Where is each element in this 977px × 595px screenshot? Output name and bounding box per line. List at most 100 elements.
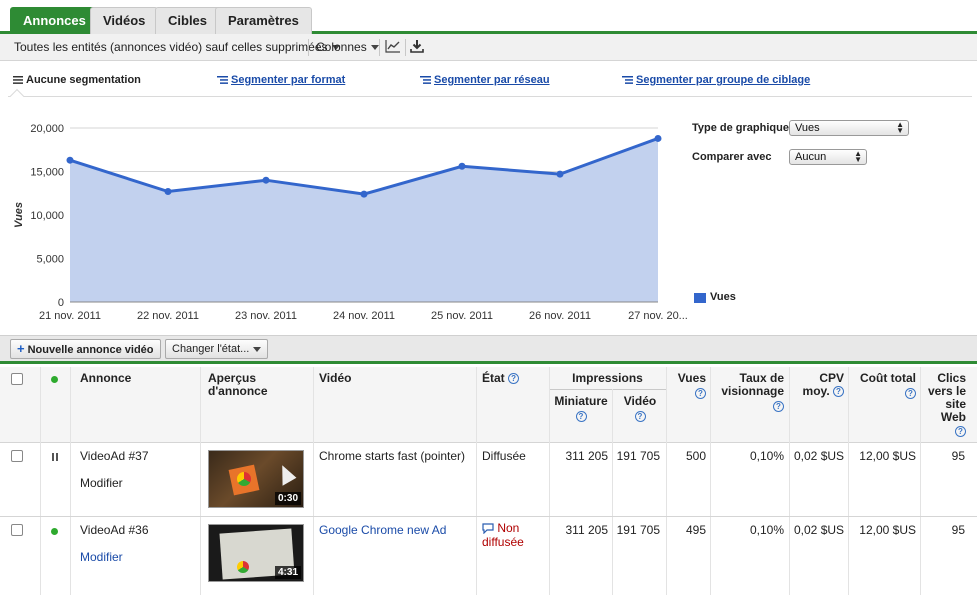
col-vues-label: Vues — [677, 371, 706, 385]
help-icon[interactable]: ? — [833, 386, 844, 398]
chrome-logo-icon — [237, 472, 251, 486]
list-icon — [217, 76, 228, 84]
plus-icon: + — [17, 341, 25, 356]
impressions-miniature: 311 205 — [565, 449, 609, 463]
tab-cibles[interactable]: Cibles — [155, 7, 221, 34]
chevron-down-icon — [253, 346, 262, 352]
toolbar-divider — [308, 39, 309, 56]
chrome-logo-icon — [237, 561, 249, 573]
help-icon[interactable]: ? — [575, 411, 587, 423]
col-impressions: Impressions — [572, 371, 643, 385]
segment-by-format-link[interactable]: Segmenter par format — [217, 74, 345, 86]
change-state-dropdown[interactable]: Changer l'état... — [165, 339, 269, 359]
line-chart-icon[interactable] — [385, 39, 401, 56]
col-cpv-line2: moy. — [802, 384, 830, 398]
segment-by-targeting-link[interactable]: Segmenter par groupe de ciblage — [622, 74, 810, 86]
legend-swatch-vues — [694, 293, 706, 303]
tab-parametres[interactable]: Paramètres — [215, 7, 312, 34]
list-icon — [13, 76, 23, 84]
ad-preview-thumbnail[interactable]: 4:31 — [208, 524, 304, 582]
help-icon[interactable]: ? — [634, 411, 646, 423]
help-icon[interactable]: ? — [695, 388, 706, 400]
segment-by-network-link[interactable]: Segmenter par réseau — [420, 74, 550, 86]
tab-annonces[interactable]: Annonces — [10, 7, 99, 34]
ad-state-not-serving[interactable]: Non diffusée — [482, 521, 524, 549]
views-count: 500 — [685, 449, 706, 463]
new-video-ad-label: Nouvelle annonce vidéo — [27, 344, 154, 356]
data-point — [262, 176, 270, 184]
table-row: VideoAd #37 Modifier 0:30 Chrome starts … — [0, 443, 977, 517]
columns-dropdown[interactable]: Colonnes — [316, 40, 379, 54]
col-vues[interactable]: Vues ? — [666, 372, 706, 400]
col-video-impressions[interactable]: Vidéo ? — [614, 395, 666, 423]
y-tick-label: 5,000 — [36, 254, 64, 266]
list-icon — [420, 76, 431, 84]
col-etat[interactable]: État ? — [482, 372, 520, 385]
tab-videos[interactable]: Vidéos — [90, 7, 159, 34]
entity-filter-label: Toutes les entités (annonces vidéo) sauf… — [14, 40, 328, 54]
col-annonce[interactable]: Annonce — [80, 372, 131, 385]
change-state-label: Changer l'état... — [172, 343, 250, 355]
col-cout[interactable]: Coût total ? — [848, 372, 916, 400]
data-point — [458, 162, 466, 170]
col-apercus[interactable]: Aperçus d'annonce — [208, 372, 268, 398]
ad-name: VideoAd #37 — [80, 449, 149, 463]
row-checkbox[interactable] — [11, 524, 23, 536]
select-arrows-icon: ▲ ▼ — [896, 120, 904, 135]
help-icon[interactable]: ? — [905, 388, 916, 400]
x-tick-label: 22 nov. 2011 — [137, 310, 199, 322]
impressions-video: 191 705 — [616, 449, 660, 463]
action-bar: + Nouvelle annonce vidéo Changer l'état..… — [0, 335, 977, 364]
select-all-checkbox[interactable] — [11, 373, 23, 385]
ad-preview-thumbnail[interactable]: 0:30 — [208, 450, 304, 508]
new-video-ad-button[interactable]: + Nouvelle annonce vidéo — [10, 339, 161, 359]
edit-link[interactable]: Modifier — [80, 476, 123, 490]
col-clics[interactable]: Clics vers le site Web ? — [920, 372, 966, 438]
chart-type-label: Type de graphique — [692, 122, 789, 134]
col-cout-label: Coût total — [860, 371, 916, 385]
video-title-link[interactable]: Google Chrome new Ad — [319, 523, 446, 537]
views-area-chart: 0 5,000 10,000 15,000 20,000 21 nov. 2011 22 n… — [13, 123, 688, 322]
edit-link[interactable]: Modifier — [80, 550, 123, 564]
x-tick-label: 25 nov. 2011 — [431, 310, 493, 322]
download-icon[interactable] — [410, 39, 424, 56]
help-icon[interactable]: ? — [773, 401, 784, 413]
help-icon[interactable]: ? — [508, 373, 520, 385]
total-cost: 12,00 $US — [859, 449, 916, 463]
video-duration: 4:31 — [274, 566, 301, 579]
total-cost: 12,00 $US — [859, 523, 916, 537]
row-checkbox[interactable] — [11, 450, 23, 462]
legend-label-vues: Vues — [710, 291, 736, 303]
data-point — [654, 134, 662, 142]
segment-by-targeting-label: Segmenter par groupe de ciblage — [636, 74, 811, 86]
data-point — [556, 170, 564, 178]
y-tick-label: 20,000 — [30, 123, 64, 135]
help-icon[interactable]: ? — [955, 426, 966, 438]
chevron-down-icon — [370, 45, 379, 51]
col-taux[interactable]: Taux de visionnage ? — [708, 372, 784, 413]
x-tick-label: 24 nov. 2011 — [333, 310, 395, 322]
chart-type-select[interactable]: Vues ▲ ▼ — [789, 120, 909, 136]
segment-by-network-label: Segmenter par réseau — [434, 74, 550, 86]
area-fill — [70, 138, 658, 302]
entity-filter-dropdown[interactable]: Toutes les entités (annonces vidéo) sauf… — [14, 40, 340, 54]
col-miniature[interactable]: Miniature ? — [551, 395, 611, 423]
y-tick-label: 10,000 — [30, 210, 64, 222]
x-tick-label: 21 nov. 2011 — [39, 310, 101, 322]
y-tick-label: 0 — [58, 297, 64, 309]
col-video[interactable]: Vidéo — [319, 372, 351, 385]
segment-none[interactable]: Aucune segmentation — [13, 74, 141, 86]
impressions-group-divider — [549, 389, 666, 390]
compare-select[interactable]: Aucun ▲ ▼ — [789, 149, 867, 165]
table-row: VideoAd #36 Modifier 4:31 Google Chrome … — [0, 517, 977, 595]
col-cpv[interactable]: CPV moy. ? — [790, 372, 844, 398]
col-video-impressions-label: Vidéo — [623, 394, 657, 408]
chart-type-value: Vues — [795, 122, 820, 134]
data-point — [164, 188, 172, 196]
col-taux-line2: visionnage — [721, 384, 784, 398]
table-header: Annonce Aperçus d'annonce Vidéo État ? I… — [0, 367, 977, 443]
website-clicks: 95 — [951, 523, 965, 537]
segment-none-label: Aucune segmentation — [26, 74, 141, 86]
tab-bar: Annonces Vidéos Cibles Paramètres — [0, 0, 977, 34]
video-title: Chrome starts fast (pointer) — [319, 449, 466, 463]
